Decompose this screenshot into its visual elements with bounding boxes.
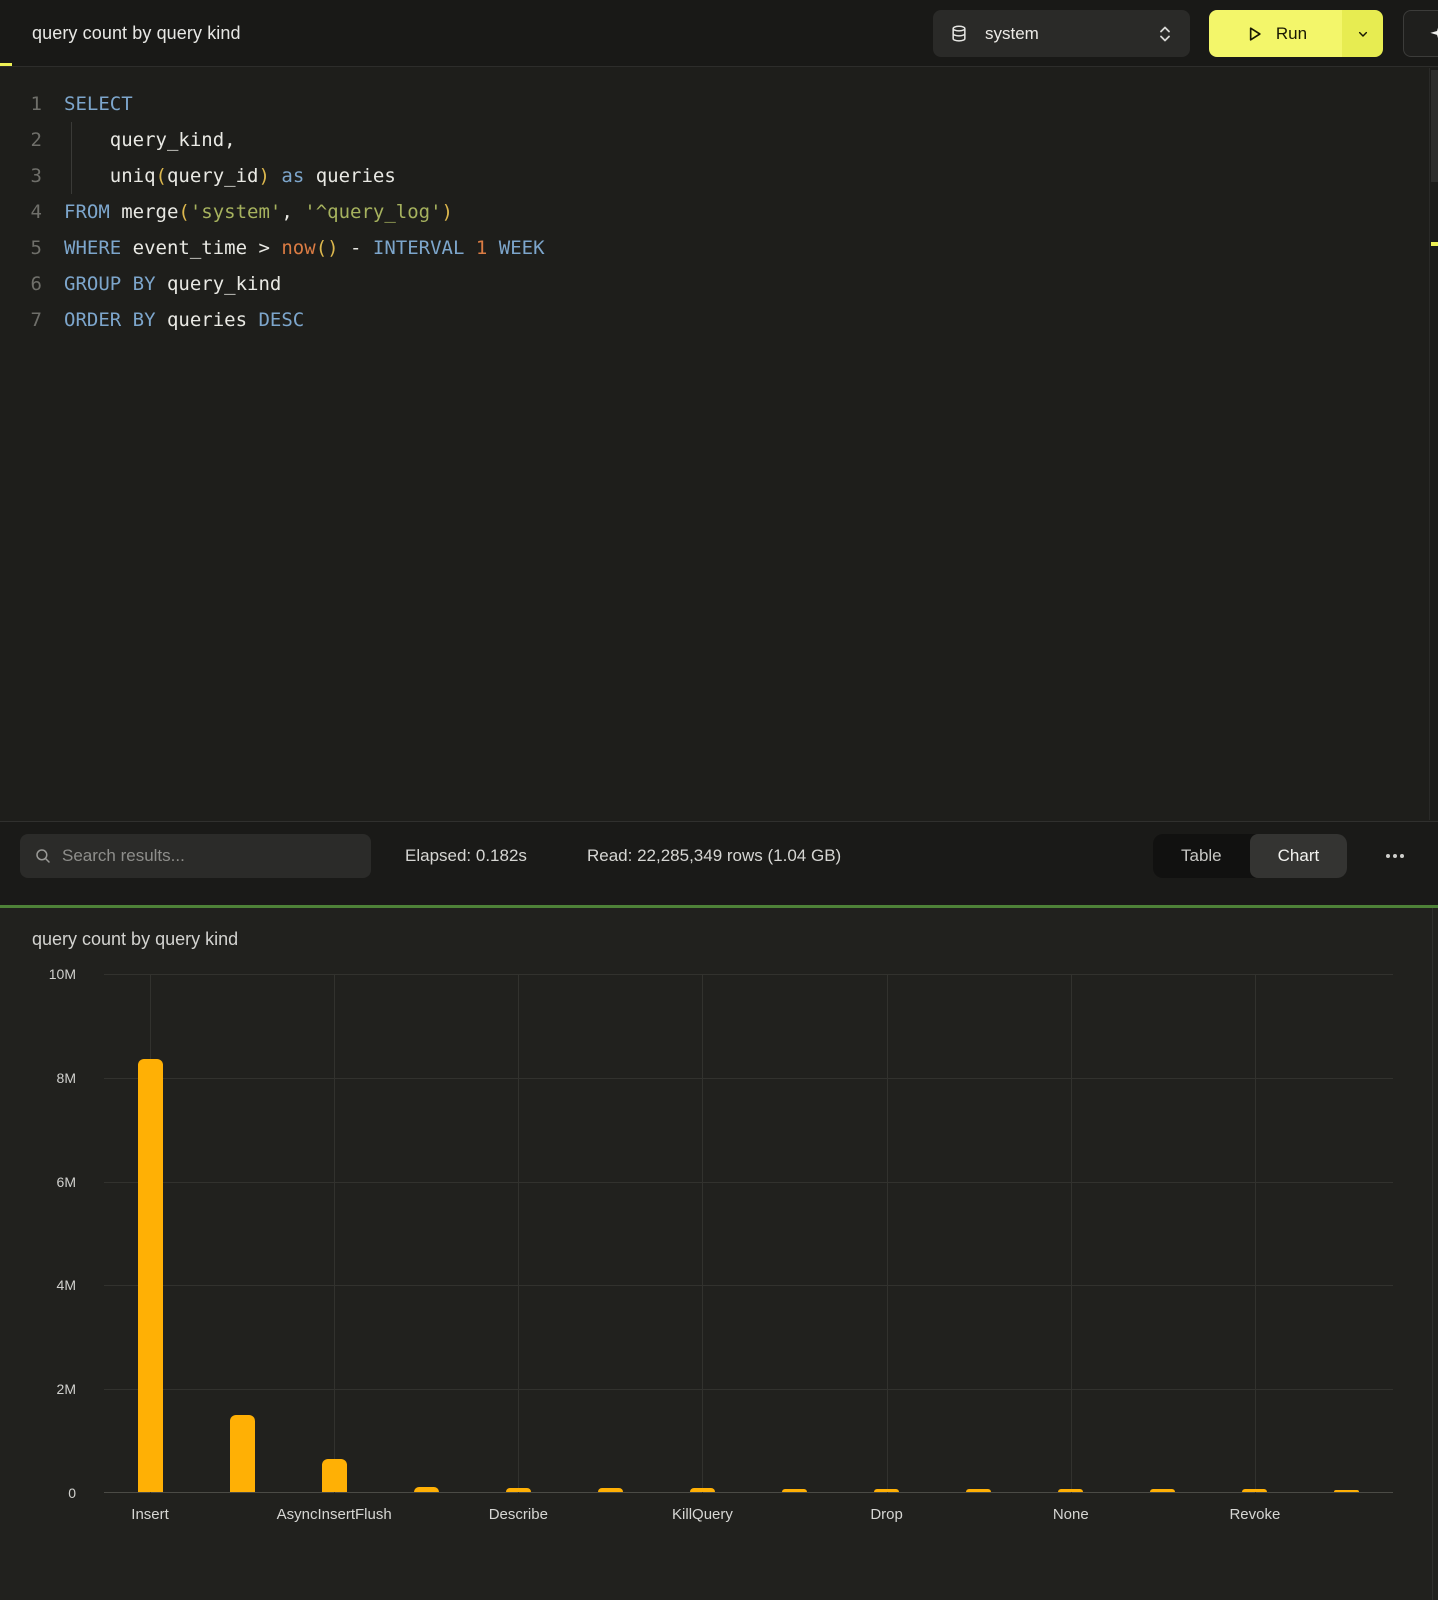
x-axis-line [104, 1492, 1393, 1493]
bar-None[interactable] [1058, 1489, 1083, 1492]
run-button[interactable]: Run [1209, 10, 1342, 57]
chart-plot [104, 974, 1393, 1493]
read-stat: Read: 22,285,349 rows (1.04 GB) [587, 822, 841, 890]
x-tick-label: Drop [870, 1506, 903, 1523]
active-tab-accent [0, 63, 12, 66]
line-number: 7 [0, 302, 42, 338]
cursor-position-marker [1431, 242, 1438, 246]
bar-unlabeled[interactable] [414, 1487, 439, 1492]
gridline-vertical [1071, 974, 1072, 1493]
results-toolbar: Elapsed: 0.182s Read: 22,285,349 rows (1… [0, 821, 1438, 905]
code-line: 4FROM merge('system', '^query_log') [0, 194, 545, 230]
y-tick-label: 6M [57, 1174, 76, 1190]
line-number: 5 [0, 230, 42, 266]
sql-editor[interactable]: 1SELECT2 query_kind,3 uniq(query_id) as … [0, 68, 1438, 820]
bar-unlabeled[interactable] [230, 1415, 255, 1492]
line-number: 3 [0, 158, 42, 194]
chart-x-axis: Insert AsyncInsertFlush Describe KillQuery D… [104, 1506, 1393, 1530]
code-line: 2 query_kind, [0, 122, 545, 158]
tab-chart[interactable]: Chart [1250, 834, 1348, 878]
run-split-button: Run [1209, 10, 1383, 57]
gridline-horizontal [104, 1389, 1393, 1390]
y-tick-label: 2M [57, 1381, 76, 1397]
query-title: query count by query kind [32, 0, 241, 67]
database-selector[interactable]: system [933, 10, 1190, 57]
bar-unlabeled[interactable] [966, 1489, 991, 1492]
code-line: 7ORDER BY queries DESC [0, 302, 545, 338]
bar-unlabeled[interactable] [1334, 1490, 1359, 1493]
more-options-button[interactable] [1378, 844, 1412, 868]
search-results-box[interactable] [20, 834, 371, 878]
code-line: 1SELECT [0, 86, 545, 122]
y-tick-label: 10M [49, 966, 76, 982]
x-tick-label: AsyncInsertFlush [277, 1506, 392, 1523]
select-updown-icon [1156, 23, 1174, 45]
gridline-vertical [518, 974, 519, 1493]
bar-unlabeled[interactable] [598, 1488, 623, 1492]
database-selector-value: system [985, 24, 1156, 44]
gridline-horizontal [104, 974, 1393, 975]
search-results-input[interactable] [62, 846, 357, 866]
query-tab-header: query count by query kind system Run [0, 0, 1438, 67]
bar-Revoke[interactable] [1242, 1489, 1267, 1492]
y-tick-label: 8M [57, 1070, 76, 1086]
y-tick-label: 4M [57, 1277, 76, 1293]
play-icon [1244, 24, 1264, 44]
scrollbar-thumb[interactable] [1431, 70, 1438, 182]
indent-guide [71, 122, 72, 194]
line-number: 6 [0, 266, 42, 302]
gridline-vertical [887, 974, 888, 1493]
sql-code: 1SELECT2 query_kind,3 uniq(query_id) as … [0, 86, 545, 338]
line-number: 4 [0, 194, 42, 230]
gridline-vertical [334, 974, 335, 1493]
bar-unlabeled[interactable] [782, 1489, 807, 1492]
chart-title: query count by query kind [32, 929, 238, 950]
code-line: 6GROUP BY query_kind [0, 266, 545, 302]
bar-AsyncInsertFlush[interactable] [322, 1459, 347, 1492]
search-icon [34, 847, 52, 865]
gridline-horizontal [104, 1182, 1393, 1183]
chart-panel: query count by query kind 0 2M 4M 6M 8M 10M I… [0, 908, 1438, 1600]
line-number: 2 [0, 122, 42, 158]
code-line: 3 uniq(query_id) as queries [0, 158, 545, 194]
chart-scroll-border [1432, 908, 1433, 1600]
results-view-toggle: Table Chart [1153, 834, 1347, 878]
x-tick-label: Insert [131, 1506, 169, 1523]
bar-unlabeled[interactable] [1150, 1489, 1175, 1492]
bar-Insert[interactable] [138, 1059, 163, 1492]
bar-Describe[interactable] [506, 1488, 531, 1492]
sparkle-icon [1426, 21, 1438, 47]
tab-table[interactable]: Table [1153, 834, 1250, 878]
database-icon [949, 24, 969, 44]
elapsed-stat: Elapsed: 0.182s [405, 822, 527, 890]
ellipsis-icon [1386, 854, 1390, 858]
run-options-button[interactable] [1342, 10, 1383, 57]
ai-assist-button[interactable] [1403, 10, 1438, 57]
x-tick-label: Describe [489, 1506, 548, 1523]
editor-scrollbar[interactable] [1429, 68, 1438, 820]
chevron-down-icon [1355, 26, 1371, 42]
gridline-vertical [1255, 974, 1256, 1493]
gridline-horizontal [104, 1078, 1393, 1079]
gridline-vertical [702, 974, 703, 1493]
x-tick-label: Revoke [1229, 1506, 1280, 1523]
x-tick-label: KillQuery [672, 1506, 733, 1523]
line-number: 1 [0, 86, 42, 122]
y-tick-label: 0 [68, 1485, 76, 1501]
run-button-label: Run [1276, 24, 1307, 44]
code-line: 5WHERE event_time > now() - INTERVAL 1 W… [0, 230, 545, 266]
bar-KillQuery[interactable] [690, 1488, 715, 1492]
bar-Drop[interactable] [874, 1489, 899, 1492]
chart-y-axis: 02M4M6M8M10M [0, 974, 96, 1493]
x-tick-label: None [1053, 1506, 1089, 1523]
gridline-horizontal [104, 1285, 1393, 1286]
